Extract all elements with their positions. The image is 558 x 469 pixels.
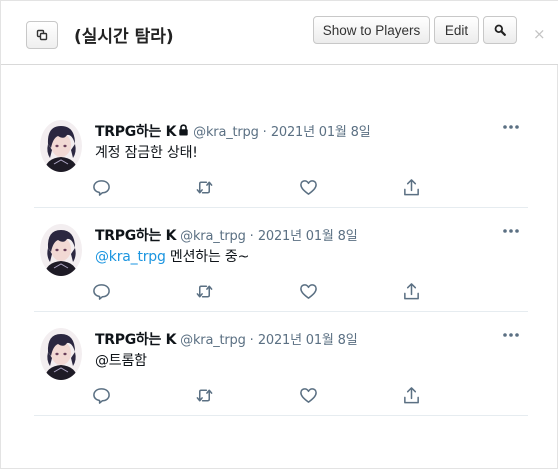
author-name[interactable]: TRPG하는 K [95,329,176,349]
tweet-meta: TRPG하는 K @kra_trpg · 2021년 01월 8일 [95,225,358,245]
tweet-actions [92,282,422,304]
reply-button[interactable] [92,282,114,304]
heart-icon [300,284,317,299]
retweet-button[interactable] [195,386,217,408]
tweet: TRPG하는 K @kra_trpg · 2021년 01월 8일 @kra_t… [34,208,528,312]
close-icon[interactable]: × [533,25,546,43]
meta-separator: · [262,125,267,140]
search-button[interactable] [483,16,517,44]
share-icon [404,179,419,196]
share-button[interactable] [402,178,424,200]
meta-separator: · [249,229,254,244]
tweet-date[interactable]: 2021년 01월 8일 [258,329,358,348]
window-titlebar: (실시간 탐라) Show to Players Edit × [1,1,558,65]
popout-icon [36,29,48,41]
retweet-button[interactable] [195,282,217,304]
search-icon [494,24,506,36]
tweet-body: @트롬함 [95,353,147,369]
author-handle[interactable]: @kra_trpg [180,333,246,348]
tweet-text: 계정 잠금한 상태! [95,142,198,162]
like-button[interactable] [299,178,321,200]
retweet-icon [196,181,213,194]
heart-icon [300,180,317,195]
like-button[interactable] [299,386,321,408]
reply-icon [93,388,110,404]
share-button[interactable] [402,282,424,304]
retweet-icon [196,389,213,402]
avatar[interactable] [40,120,82,172]
tweet-text: @kra_trpg 멘션하는 중~ [95,246,249,266]
tweet-date[interactable]: 2021년 01월 8일 [271,121,371,140]
author-handle[interactable]: @kra_trpg [193,125,259,140]
tweet-body: 계정 잠금한 상태! [95,145,198,161]
more-options-icon[interactable] [502,122,520,132]
retweet-icon [196,285,213,298]
popout-button[interactable] [26,21,58,49]
share-button[interactable] [402,386,424,408]
tweet-feed: TRPG하는 K @kra_trpg · 2021년 01월 8일 계정 잠금한… [34,104,528,416]
journal-window: (실시간 탐라) Show to Players Edit × TRPG하는 K… [0,0,558,469]
author-name[interactable]: TRPG하는 K [95,225,176,245]
like-button[interactable] [299,282,321,304]
more-options-icon[interactable] [502,226,520,236]
tweet-text: @트롬함 [95,350,147,370]
edit-button[interactable]: Edit [434,16,479,44]
avatar[interactable] [40,224,82,276]
reply-icon [93,284,110,300]
window-title: (실시간 탐라) [74,27,174,47]
heart-icon [300,388,317,403]
tweet-meta: TRPG하는 K @kra_trpg · 2021년 01월 8일 [95,121,371,141]
share-icon [404,283,419,300]
meta-separator: · [249,333,254,348]
tweet-actions [92,178,422,200]
retweet-button[interactable] [195,178,217,200]
reply-button[interactable] [92,386,114,408]
tweet-body: 멘션하는 중~ [165,249,250,265]
show-to-players-button[interactable]: Show to Players [313,16,430,44]
tweet-date[interactable]: 2021년 01월 8일 [258,225,358,244]
tweet: TRPG하는 K @kra_trpg · 2021년 01월 8일 계정 잠금한… [34,104,528,208]
share-icon [404,387,419,404]
tweet-meta: TRPG하는 K @kra_trpg · 2021년 01월 8일 [95,329,358,349]
author-name[interactable]: TRPG하는 K [95,121,176,141]
tweet-mention[interactable]: @kra_trpg [95,249,166,265]
lock-icon [179,124,188,136]
reply-icon [93,180,110,196]
reply-button[interactable] [92,178,114,200]
avatar[interactable] [40,328,82,380]
tweet: TRPG하는 K @kra_trpg · 2021년 01월 8일 @트롬함 [34,312,528,416]
more-options-icon[interactable] [502,330,520,340]
author-handle[interactable]: @kra_trpg [180,229,246,244]
tweet-actions [92,386,422,408]
